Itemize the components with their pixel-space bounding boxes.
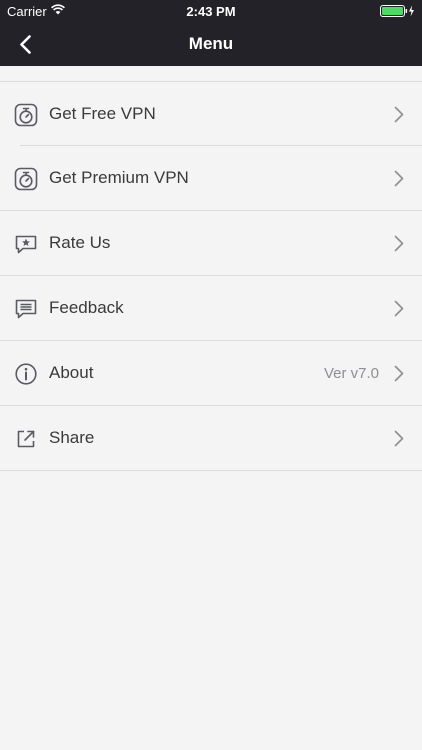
page-title: Menu: [188, 34, 234, 53]
share-icon: [17, 430, 35, 448]
menu-item-label: About: [49, 363, 94, 382]
stopwatch-icon: [14, 167, 38, 191]
version-label: Ver v7.0: [323, 365, 379, 382]
chevron-right-icon: [394, 365, 404, 382]
menu-item-label: Share: [49, 428, 95, 447]
chevron-right-icon: [394, 300, 404, 317]
star-bubble-icon: [15, 235, 37, 254]
menu-item-label: Get Premium VPN: [49, 168, 189, 187]
chat-bubble-icon: [15, 299, 37, 319]
battery-charging-icon: [380, 5, 414, 17]
chevron-right-icon: [394, 170, 404, 187]
menu-list: Get Free VPN Get Premium VPN Rate Us Fee…: [0, 81, 422, 471]
menu-item-rate-us[interactable]: Rate Us: [0, 211, 422, 276]
chevron-right-icon: [394, 106, 404, 123]
menu-item-label: Get Free VPN: [49, 104, 156, 123]
menu-item-label: Feedback: [49, 298, 124, 317]
stopwatch-icon: [14, 103, 38, 127]
info-icon: [15, 363, 37, 385]
menu-item-get-premium-vpn[interactable]: Get Premium VPN: [0, 146, 422, 211]
menu-item-feedback[interactable]: Feedback: [0, 276, 422, 341]
status-time: 2:43 PM: [186, 4, 236, 19]
menu-item-label: Rate Us: [49, 233, 111, 252]
navigation-bar: Menu: [0, 22, 422, 66]
chevron-right-icon: [394, 430, 404, 447]
menu-item-share[interactable]: Share: [0, 406, 422, 471]
menu-item-about[interactable]: About Ver v7.0: [0, 341, 422, 406]
chevron-right-icon: [394, 235, 404, 252]
status-bar: Carrier 2:43 PM: [0, 0, 422, 22]
menu-item-get-free-vpn[interactable]: Get Free VPN: [0, 82, 422, 146]
